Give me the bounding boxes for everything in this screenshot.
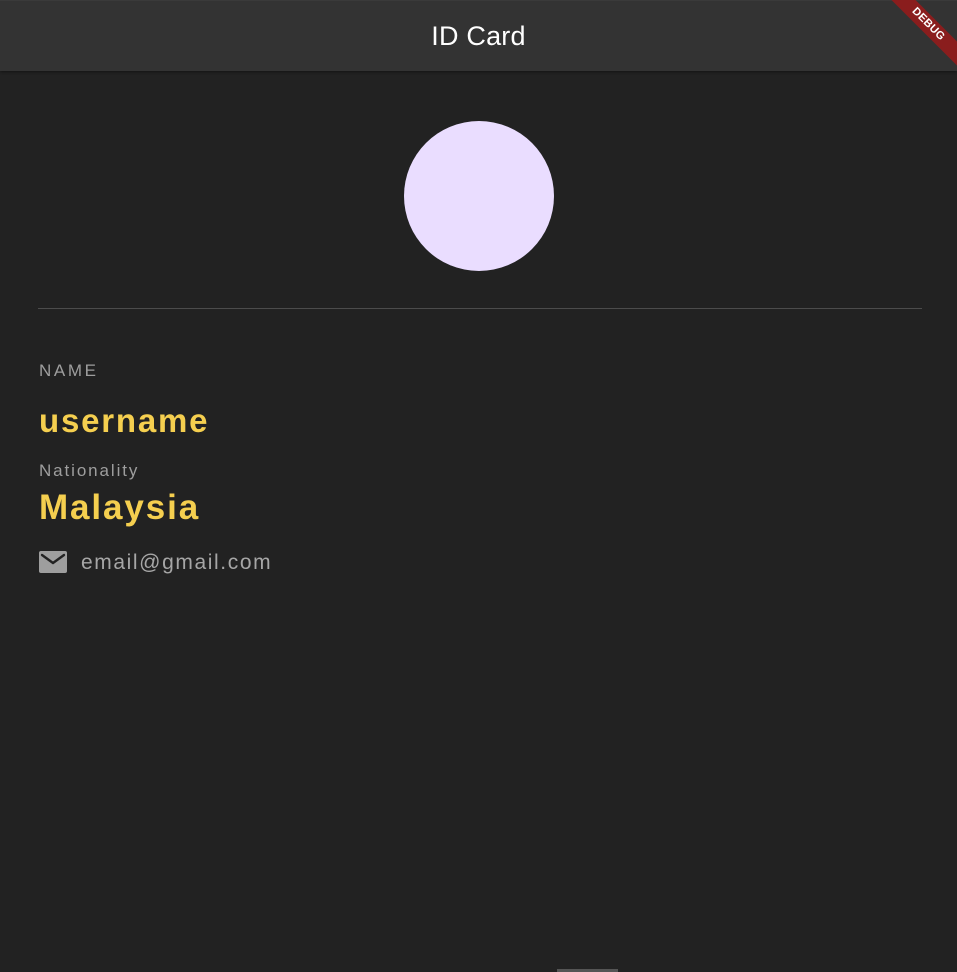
email-text: email@gmail.com [81, 551, 273, 574]
app-bar: ID Card [0, 0, 957, 71]
divider [38, 308, 922, 309]
nationality-label: Nationality [39, 461, 140, 480]
page-title: ID Card [431, 21, 526, 51]
id-card-screen: ID Card DEBUG NAME username Nationality … [0, 0, 957, 972]
avatar [404, 121, 554, 271]
mail-icon [39, 551, 67, 573]
name-label: NAME [39, 361, 99, 380]
nationality-value: Malaysia [39, 488, 201, 527]
name-value: username [39, 402, 210, 439]
